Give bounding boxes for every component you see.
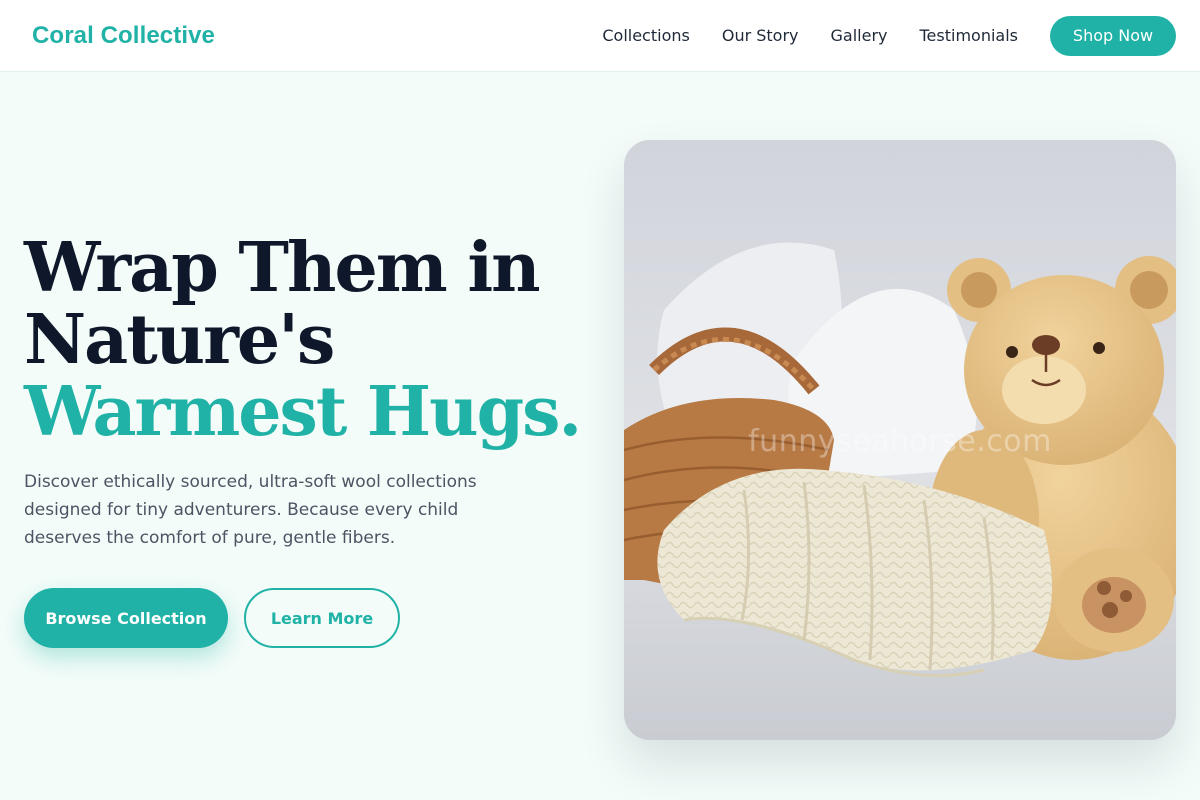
image-watermark: funnyseahorse.com xyxy=(748,424,1052,459)
shop-now-button[interactable]: Shop Now xyxy=(1050,15,1176,56)
hero-headline: Wrap Them in Nature's Warmest Hugs. xyxy=(24,232,584,448)
nav-link-collections[interactable]: Collections xyxy=(602,26,689,45)
nav-link-gallery[interactable]: Gallery xyxy=(831,26,888,45)
headline-line-1: Wrap Them in xyxy=(24,228,541,308)
browse-collection-button[interactable]: Browse Collection xyxy=(24,588,228,648)
main-nav: Collections Our Story Gallery Testimonia… xyxy=(602,15,1176,56)
nav-link-our-story[interactable]: Our Story xyxy=(722,26,799,45)
brand-logo[interactable]: Coral Collective xyxy=(32,22,215,50)
headline-accent: Warmest Hugs. xyxy=(24,372,582,452)
hero-image: funnyseahorse.com xyxy=(624,140,1176,740)
headline-line-2: Nature's xyxy=(24,300,335,380)
learn-more-button[interactable]: Learn More xyxy=(244,588,400,648)
nav-link-testimonials[interactable]: Testimonials xyxy=(920,26,1019,45)
hero-copy: Wrap Them in Nature's Warmest Hugs. Disc… xyxy=(24,232,584,552)
hero-subtext: Discover ethically sourced, ultra-soft w… xyxy=(24,472,477,548)
hero-actions: Browse Collection Learn More xyxy=(24,588,400,648)
site-header: Coral Collective Collections Our Story G… xyxy=(0,0,1200,72)
